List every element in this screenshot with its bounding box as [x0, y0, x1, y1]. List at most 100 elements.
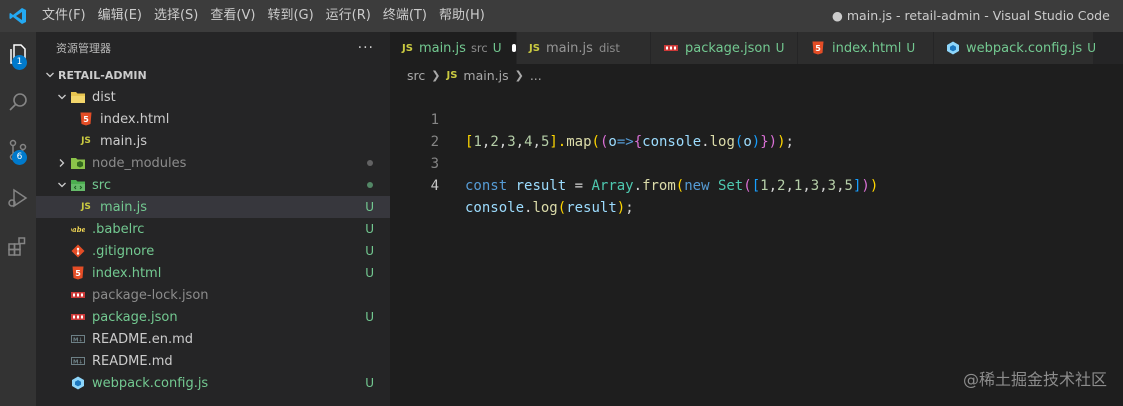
tab-label: index.html: [832, 40, 902, 56]
line-number: 4: [430, 178, 439, 194]
breadcrumb-symbol[interactable]: ...: [530, 68, 542, 83]
search-icon: [6, 90, 30, 118]
chevron-right-icon: [54, 158, 70, 168]
code-line-3[interactable]: 3 const result = Array.from(new Set([1,2…: [390, 131, 1123, 194]
js-file-icon: JS: [81, 136, 91, 146]
breadcrumb-folder[interactable]: src: [407, 68, 425, 83]
svg-text:M↓: M↓: [73, 358, 83, 365]
extensions-icon: [6, 234, 30, 262]
tree-label: package-lock.json: [92, 287, 209, 303]
menu-selection[interactable]: 选择(S): [148, 0, 204, 32]
svg-text:5: 5: [75, 269, 81, 278]
menu-terminal[interactable]: 终端(T): [377, 0, 433, 32]
activity-bar: 1 6: [0, 32, 36, 406]
workspace-section-header[interactable]: RETAIL-ADMIN: [36, 64, 390, 86]
code-line-4[interactable]: 4 console.log(result);: [390, 153, 1123, 216]
menu-run[interactable]: 运行(R): [320, 0, 377, 32]
title-bar: 文件(F) 编辑(E) 选择(S) 查看(V) 转到(G) 运行(R) 终端(T…: [0, 0, 1123, 32]
breadcrumb-file[interactable]: main.js: [463, 68, 508, 83]
menu-help[interactable]: 帮助(H): [433, 0, 491, 32]
html-file-icon: 5: [810, 40, 826, 56]
tab-label: package.json: [685, 40, 771, 56]
chevron-down-icon: [54, 180, 70, 190]
status-dot: [367, 160, 373, 166]
tab-status: U: [906, 41, 916, 55]
tree-label: README.md: [92, 353, 173, 369]
tree-item-node-modules[interactable]: node_modules: [36, 152, 390, 174]
explorer-badge: 1: [12, 55, 27, 70]
webpack-file-icon: [946, 40, 960, 56]
tab-package-json[interactable]: package.json U: [651, 32, 798, 64]
tab-index-html[interactable]: 5 index.html U: [798, 32, 934, 64]
babel-file-icon: babel: [70, 221, 86, 237]
tree-item-webpack-config-js[interactable]: webpack.config.js U: [36, 372, 390, 394]
tree-item-dist-index-html[interactable]: 5 index.html: [36, 108, 390, 130]
js-file-icon: JS: [446, 69, 458, 81]
git-status-untracked: U: [365, 310, 374, 324]
tab-main-js-src[interactable]: JS main.js src U: [390, 32, 517, 64]
svg-text:M↓: M↓: [73, 336, 83, 343]
svg-text:5: 5: [83, 115, 89, 124]
explorer-activity-button[interactable]: 1: [0, 32, 36, 80]
source-control-activity-button[interactable]: 6: [0, 128, 36, 176]
tree-item-package-lock-json[interactable]: package-lock.json: [36, 284, 390, 306]
tree-label: package.json: [92, 309, 178, 325]
code-text: console.log(result);: [465, 200, 634, 216]
tab-main-js-dist[interactable]: JS main.js dist: [517, 32, 651, 64]
tab-webpack-config-js[interactable]: webpack.config.js U: [934, 32, 1097, 64]
npm-file-icon: [70, 309, 86, 325]
unsaved-dot-icon[interactable]: [511, 44, 516, 52]
workspace-name: RETAIL-ADMIN: [58, 68, 147, 82]
run-debug-icon: [6, 186, 30, 214]
tree-item-readme-en-md[interactable]: M↓ README.en.md: [36, 328, 390, 350]
vscode-logo-icon: [0, 0, 36, 32]
markdown-file-icon: M↓: [70, 353, 86, 369]
tree-item-dist[interactable]: dist: [36, 86, 390, 108]
npm-file-icon: [70, 287, 86, 303]
menu-edit[interactable]: 编辑(E): [92, 0, 148, 32]
source-control-badge: 6: [12, 150, 27, 165]
node-folder-icon: [70, 155, 86, 171]
menu-go[interactable]: 转到(G): [261, 0, 319, 32]
explorer-header: 资源管理器 ···: [36, 32, 390, 64]
tab-status: U: [775, 41, 785, 55]
src-folder-icon: [70, 177, 86, 193]
tab-status: U: [1087, 41, 1097, 55]
tree-label: index.html: [92, 265, 162, 281]
tree-item-index-html[interactable]: 5 index.html U: [36, 262, 390, 284]
tree-item-src-main-js[interactable]: JS main.js U: [36, 196, 390, 218]
tree-item-gitignore[interactable]: .gitignore U: [36, 240, 390, 262]
code-line-1[interactable]: 1 [1,2,3,4,5].map((o=>{console.log(o)}))…: [390, 87, 1123, 150]
extensions-activity-button[interactable]: [0, 224, 36, 272]
tree-item-package-json[interactable]: package.json U: [36, 306, 390, 328]
tab-description: dist: [598, 41, 620, 55]
more-actions-icon[interactable]: ···: [358, 40, 374, 56]
html-file-icon: 5: [78, 111, 94, 127]
menu-file[interactable]: 文件(F): [36, 0, 92, 32]
svg-text:5: 5: [815, 44, 821, 53]
tree-item-src[interactable]: src: [36, 174, 390, 196]
code-line-2[interactable]: 2: [390, 109, 1123, 150]
code-text: const result = Array.from(new Set([1,2,1…: [465, 178, 879, 194]
run-debug-activity-button[interactable]: [0, 176, 36, 224]
npm-file-icon: [663, 40, 679, 56]
tree-item-readme-md[interactable]: M↓ README.md: [36, 350, 390, 372]
js-file-icon: JS: [81, 202, 91, 212]
webpack-file-icon: [70, 375, 86, 391]
tree-label: README.en.md: [92, 331, 193, 347]
tree-label: node_modules: [92, 155, 187, 171]
tree-item-babelrc[interactable]: babel .babelrc U: [36, 218, 390, 240]
tab-description: src: [470, 41, 488, 55]
watermark: @稀土掘金技术社区: [962, 370, 1107, 389]
js-file-icon: JS: [402, 42, 413, 54]
tab-label: main.js: [418, 40, 466, 56]
chevron-down-icon: [54, 92, 70, 102]
tree-item-dist-main-js[interactable]: JS main.js: [36, 130, 390, 152]
tree-label: .babelrc: [92, 221, 145, 237]
code-editor[interactable]: 1 [1,2,3,4,5].map((o=>{console.log(o)}))…: [390, 86, 1123, 406]
folder-open-icon: [70, 89, 86, 105]
menu-view[interactable]: 查看(V): [204, 0, 261, 32]
search-activity-button[interactable]: [0, 80, 36, 128]
tab-label: main.js: [545, 40, 593, 56]
tree-label: dist: [92, 89, 116, 105]
